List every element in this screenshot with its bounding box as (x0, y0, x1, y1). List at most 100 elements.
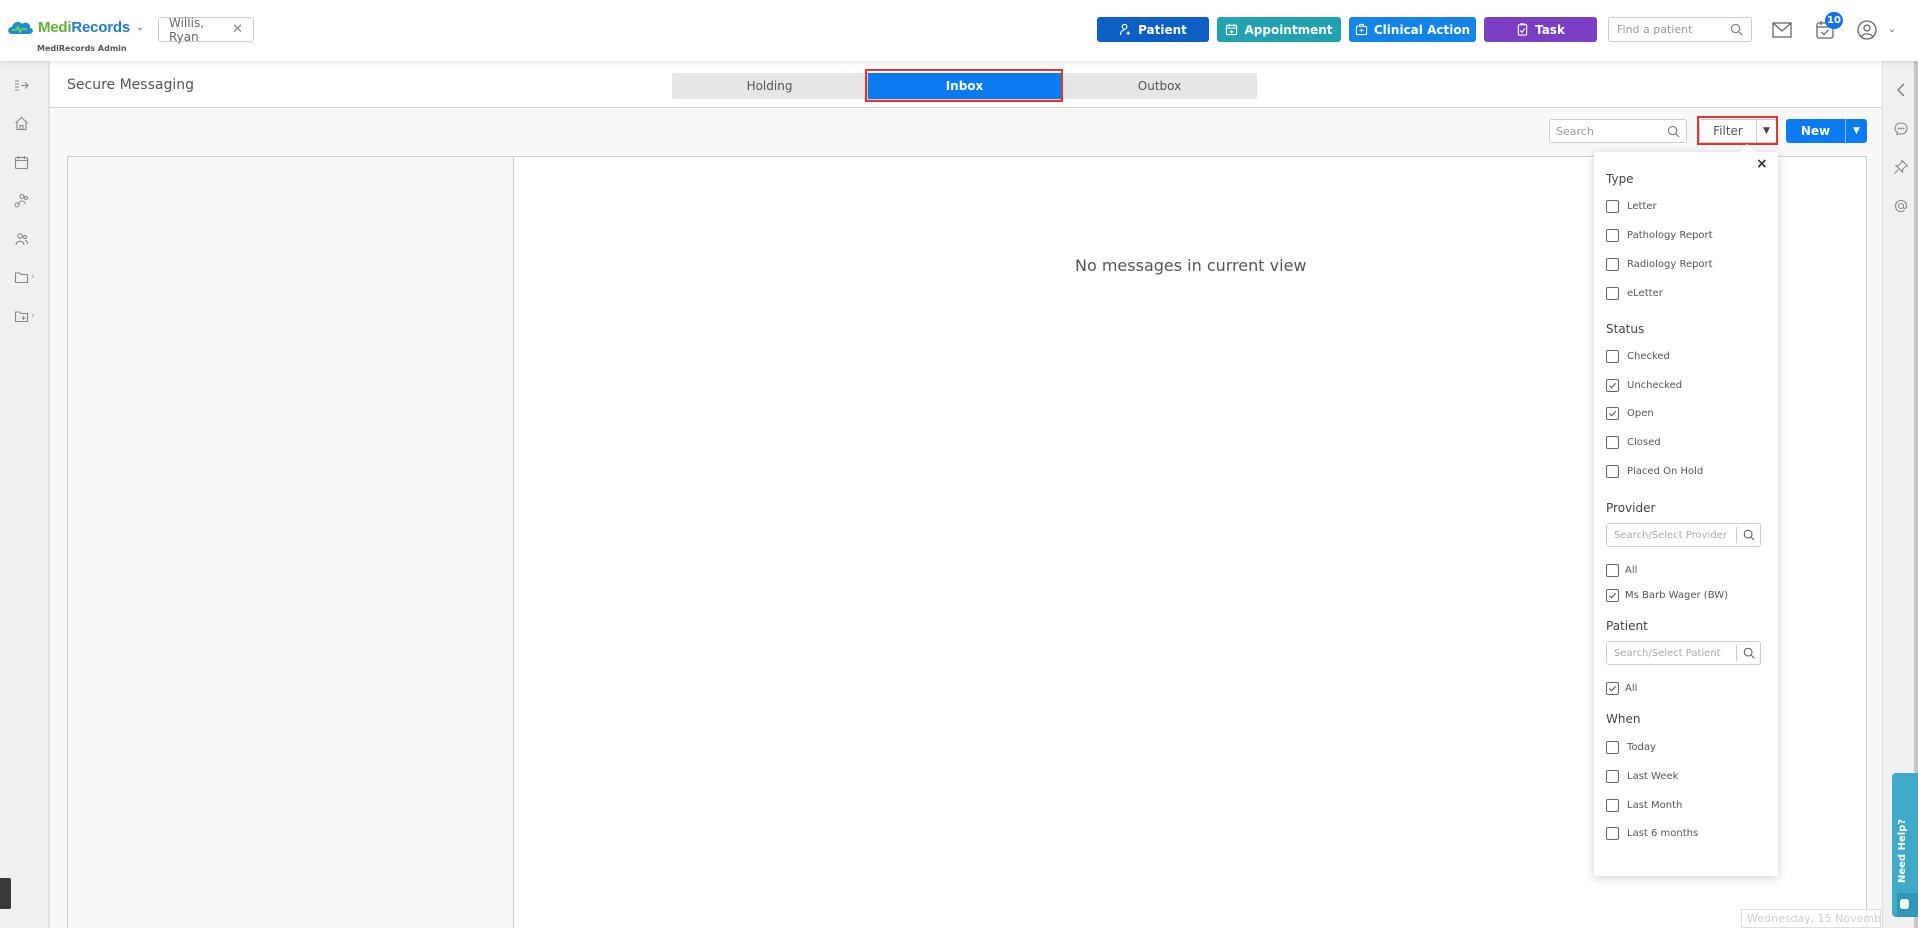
new-task-button[interactable]: Task (1484, 17, 1597, 42)
filter-provider-barb-wager[interactable]: Ms Barb Wager (BW) (1606, 589, 1728, 602)
expand-menu-icon (15, 79, 29, 91)
search-icon[interactable] (1736, 527, 1760, 543)
filter-type-radiology[interactable]: Radiology Report (1606, 258, 1713, 271)
clinical-action-button[interactable]: Clinical Action (1349, 17, 1476, 42)
chevron-down-icon[interactable]: ▼ (1756, 120, 1776, 142)
checkbox[interactable] (1606, 465, 1619, 478)
filter-status-unchecked[interactable]: Unchecked (1606, 379, 1682, 392)
checkbox[interactable] (1606, 436, 1619, 449)
tab-inbox[interactable]: Inbox (868, 73, 1061, 99)
checkbox[interactable] (1606, 799, 1619, 812)
checkmark-icon (1608, 410, 1617, 417)
sidebar-item-patients[interactable] (14, 190, 44, 210)
clinical-action-label: Clinical Action (1373, 22, 1471, 37)
checkbox-label: Last Month (1627, 800, 1683, 811)
find-patient-placeholder: Find a patient (1617, 23, 1693, 36)
find-patient-input[interactable]: Find a patient (1608, 17, 1752, 42)
filter-patient-all[interactable]: All (1606, 682, 1637, 695)
filter-section-provider: Provider (1606, 501, 1656, 515)
message-search-input[interactable]: Search (1549, 119, 1687, 143)
filter-section-when: When (1606, 712, 1641, 726)
checkbox-label: eLetter (1627, 288, 1663, 299)
checkbox[interactable] (1606, 229, 1619, 242)
close-icon[interactable]: ✕ (232, 22, 243, 37)
patient-search-input[interactable]: Search/Select Patient (1606, 641, 1761, 665)
new-message-button[interactable]: New ▼ (1786, 119, 1867, 143)
filter-status-on-hold[interactable]: Placed On Hold (1606, 465, 1703, 478)
filter-button[interactable]: Filter ▼ (1699, 119, 1777, 143)
checkbox[interactable] (1606, 200, 1619, 213)
checkbox-checked[interactable] (1606, 589, 1619, 602)
filter-when-today[interactable]: Today (1606, 741, 1656, 754)
calendar-icon (14, 155, 29, 169)
tab-outbox[interactable]: Outbox (1062, 73, 1257, 99)
filter-type-pathology[interactable]: Pathology Report (1606, 229, 1713, 242)
filter-type-eletter[interactable]: eLetter (1606, 287, 1663, 300)
new-appointment-button[interactable]: Appointment (1217, 17, 1341, 42)
chevron-left-icon[interactable] (1893, 82, 1909, 98)
filter-when-last-week[interactable]: Last Week (1606, 770, 1678, 783)
new-patient-button[interactable]: Patient (1097, 17, 1209, 42)
checkbox[interactable] (1606, 287, 1619, 300)
checkbox[interactable] (1606, 350, 1619, 363)
search-icon[interactable] (1736, 645, 1760, 661)
patients-icon (14, 193, 29, 208)
sidebar-item-folder[interactable]: › (14, 267, 44, 287)
sidebar-item-calendar[interactable] (14, 152, 44, 172)
folder-add-icon (14, 310, 29, 322)
sidebar-item-home[interactable] (14, 113, 44, 133)
provider-search-placeholder: Search/Select Provider (1614, 529, 1727, 541)
checkmark-icon (1608, 592, 1617, 599)
filter-status-open[interactable]: Open (1606, 407, 1654, 420)
filter-status-checked[interactable]: Checked (1606, 350, 1670, 363)
page-title: Secure Messaging (67, 77, 194, 93)
checkbox-label: Checked (1627, 351, 1670, 362)
chevron-down-icon[interactable]: ⌄ (136, 22, 144, 33)
chat-icon[interactable] (1893, 121, 1909, 137)
search-icon[interactable] (1667, 125, 1680, 138)
checkbox[interactable] (1606, 741, 1619, 754)
checkbox-checked[interactable] (1606, 682, 1619, 695)
provider-search-input[interactable]: Search/Select Provider (1606, 523, 1761, 547)
close-icon[interactable]: × (1756, 156, 1768, 172)
checkbox-checked[interactable] (1606, 379, 1619, 392)
tab-holding[interactable]: Holding (672, 73, 867, 99)
active-patient-chip[interactable]: Willis, Ryan ✕ (158, 15, 254, 44)
need-help-tab[interactable]: Need Help? (1892, 773, 1918, 917)
filter-section-patient: Patient (1606, 619, 1648, 633)
filter-provider-all[interactable]: All (1606, 564, 1637, 577)
checkbox[interactable] (1606, 827, 1619, 840)
user-avatar-icon[interactable] (1856, 19, 1878, 41)
patient-chip-label: Willis, Ryan (169, 15, 205, 44)
checkbox-label: Closed (1627, 437, 1661, 448)
filter-when-last-month[interactable]: Last Month (1606, 799, 1682, 812)
medical-kit-icon (1355, 23, 1368, 36)
checkbox[interactable] (1606, 258, 1619, 271)
checkbox-checked[interactable] (1606, 407, 1619, 420)
side-drawer-tab[interactable] (0, 878, 11, 909)
empty-state-message: No messages in current view (1075, 256, 1307, 275)
filter-type-letter[interactable]: Letter (1606, 200, 1657, 213)
sidebar-item-folder-add[interactable]: › (14, 306, 44, 326)
mail-icon[interactable] (1771, 19, 1793, 41)
pin-icon[interactable] (1893, 159, 1909, 175)
checkbox[interactable] (1606, 564, 1619, 577)
checkbox-label: Today (1627, 742, 1656, 753)
filter-when-last-6-months[interactable]: Last 6 months (1606, 827, 1698, 840)
new-appointment-label: Appointment (1244, 22, 1333, 37)
search-icon[interactable] (1730, 23, 1743, 36)
brand-name: MediRecords (38, 18, 130, 36)
user-menu-chevron-icon[interactable]: ⌄ (1888, 24, 1896, 35)
folder-icon (14, 271, 29, 283)
brand-logo[interactable]: MediRecords ⌄ (6, 18, 144, 36)
users-icon (15, 232, 29, 245)
sidebar-expand[interactable] (14, 75, 44, 95)
checkbox[interactable] (1606, 770, 1619, 783)
sidebar-item-users[interactable] (14, 229, 44, 249)
calendar-add-icon (1226, 23, 1238, 36)
checkbox-label: Unchecked (1627, 380, 1683, 391)
new-message-label: New (1800, 124, 1831, 138)
filter-status-closed[interactable]: Closed (1606, 436, 1661, 449)
chevron-down-icon[interactable]: ▼ (1845, 119, 1867, 143)
at-sign-icon[interactable] (1893, 198, 1909, 214)
